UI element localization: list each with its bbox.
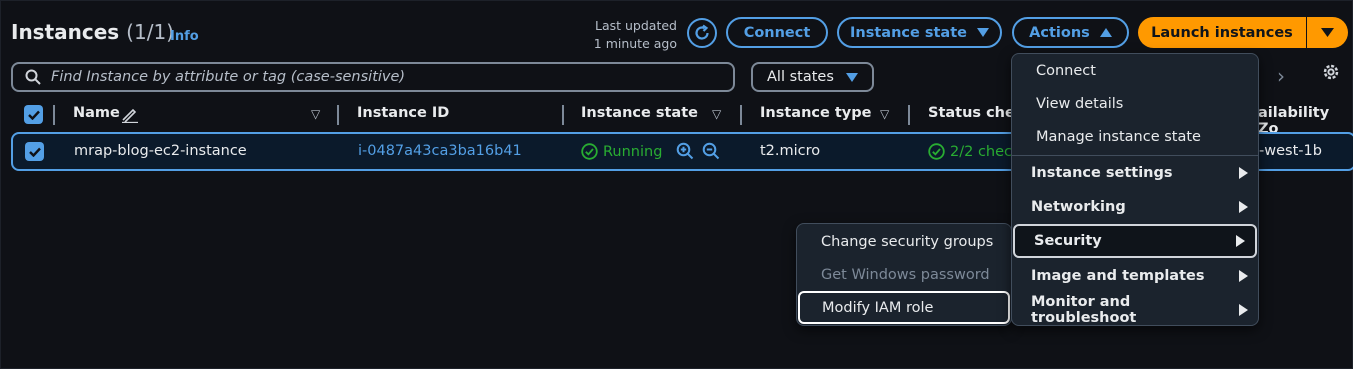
- caret-right-icon: [1239, 167, 1248, 179]
- menu-group-monitor-and-troubleshoot[interactable]: Monitor and troubleshoot: [1012, 293, 1258, 327]
- instance-state-button[interactable]: Instance state: [837, 17, 1002, 48]
- sort-icon[interactable]: ▽: [880, 107, 889, 121]
- status-check-value: 2/2 chec: [928, 143, 1012, 160]
- instance-type-value: t2.micro: [760, 143, 821, 159]
- edit-icon[interactable]: [121, 107, 139, 123]
- launch-instances-group: Launch instances: [1138, 17, 1348, 48]
- row-checkbox[interactable]: [25, 142, 44, 161]
- instance-name: mrap-blog-ec2-instance: [74, 143, 247, 159]
- last-updated-label: Last updated: [595, 18, 677, 33]
- menu-group-label: Monitor and troubleshoot: [1031, 294, 1137, 326]
- caret-right-icon: [1239, 304, 1248, 316]
- launch-instances-button[interactable]: Launch instances: [1138, 17, 1306, 48]
- menu-item-connect[interactable]: Connect: [1012, 54, 1258, 88]
- column-name[interactable]: Name: [73, 105, 120, 121]
- status-ok-icon: [928, 143, 945, 160]
- menu-group-label: Image and templates: [1031, 268, 1205, 284]
- zoom-in-icon[interactable]: [676, 142, 694, 160]
- menu-group-networking[interactable]: Networking: [1012, 190, 1258, 224]
- refresh-icon: [695, 24, 709, 40]
- caret-up-icon: [1099, 28, 1112, 37]
- menu-item-modify-iam-role[interactable]: Modify IAM role: [798, 291, 1010, 324]
- actions-menu: Connect View details Manage instance sta…: [1011, 53, 1259, 326]
- actions-button[interactable]: Actions: [1012, 17, 1129, 48]
- caret-down-icon: [1321, 28, 1334, 37]
- next-page-icon[interactable]: ›: [1277, 64, 1285, 88]
- caret-right-icon: [1239, 201, 1248, 213]
- status-ok-icon: [581, 143, 598, 160]
- menu-group-instance-settings[interactable]: Instance settings: [1012, 156, 1258, 190]
- column-instance-type[interactable]: Instance type: [760, 105, 871, 121]
- page-title: Instances (1/1): [11, 20, 174, 44]
- connect-button[interactable]: Connect: [726, 17, 828, 48]
- menu-group-label: Security: [1034, 233, 1102, 249]
- menu-group-image-and-templates[interactable]: Image and templates: [1012, 259, 1258, 293]
- check-icon: [27, 110, 40, 120]
- search-icon: [25, 69, 41, 85]
- instance-id-link[interactable]: i-0487a43ca3ba16b41: [358, 143, 522, 159]
- column-instance-id[interactable]: Instance ID: [357, 105, 449, 121]
- states-label: All states: [767, 69, 834, 85]
- connect-label: Connect: [743, 24, 811, 41]
- instance-state-value: Running: [581, 143, 662, 160]
- caret-down-icon: [845, 72, 858, 82]
- search-input[interactable]: [51, 69, 701, 85]
- zoom-out-icon[interactable]: [702, 142, 720, 160]
- caret-right-icon: [1239, 270, 1248, 282]
- sort-icon[interactable]: ▽: [311, 107, 320, 121]
- menu-group-security[interactable]: Security: [1013, 224, 1257, 258]
- info-link[interactable]: Info: [170, 29, 199, 44]
- check-icon: [28, 147, 41, 157]
- instance-state-label: Instance state: [850, 24, 967, 41]
- title-text: Instances: [11, 20, 120, 44]
- launch-dropdown-button[interactable]: [1306, 17, 1348, 48]
- menu-item-view-details[interactable]: View details: [1012, 87, 1258, 121]
- column-divider[interactable]: [740, 105, 742, 125]
- states-filter[interactable]: All states: [751, 62, 874, 92]
- refresh-button[interactable]: [687, 18, 717, 48]
- last-updated: Last updated 1 minute ago: [573, 17, 677, 53]
- menu-item-change-security-groups[interactable]: Change security groups: [797, 225, 1011, 258]
- column-instance-state[interactable]: Instance state: [581, 105, 698, 121]
- availability-zone-value: -west-1b: [1259, 143, 1322, 159]
- instance-count: (1/1): [126, 20, 174, 44]
- caret-down-icon: [976, 28, 989, 37]
- menu-item-manage-instance-state[interactable]: Manage instance state: [1012, 120, 1258, 154]
- column-status-check[interactable]: Status chec: [928, 105, 1023, 121]
- status-check-text: 2/2 chec: [950, 143, 1013, 160]
- menu-group-label: Instance settings: [1031, 165, 1173, 181]
- column-divider[interactable]: [337, 105, 339, 125]
- menu-group-label: Networking: [1031, 199, 1126, 215]
- caret-right-icon: [1236, 235, 1245, 247]
- ec2-console-frame: Instances (1/1) Info Last updated 1 minu…: [0, 0, 1353, 369]
- sort-icon[interactable]: ▽: [712, 107, 721, 121]
- search-box: [11, 62, 735, 92]
- column-divider[interactable]: [908, 105, 910, 125]
- last-updated-time: 1 minute ago: [593, 36, 677, 51]
- select-all-checkbox[interactable]: [24, 105, 43, 124]
- column-divider[interactable]: [562, 105, 564, 125]
- menu-item-get-windows-password: Get Windows password: [821, 266, 990, 283]
- column-divider[interactable]: [53, 105, 55, 125]
- security-submenu: Change security groups Get Windows passw…: [796, 223, 1012, 326]
- actions-label: Actions: [1029, 24, 1090, 41]
- instance-state-text: Running: [603, 143, 663, 160]
- gear-icon[interactable]: [1320, 61, 1342, 83]
